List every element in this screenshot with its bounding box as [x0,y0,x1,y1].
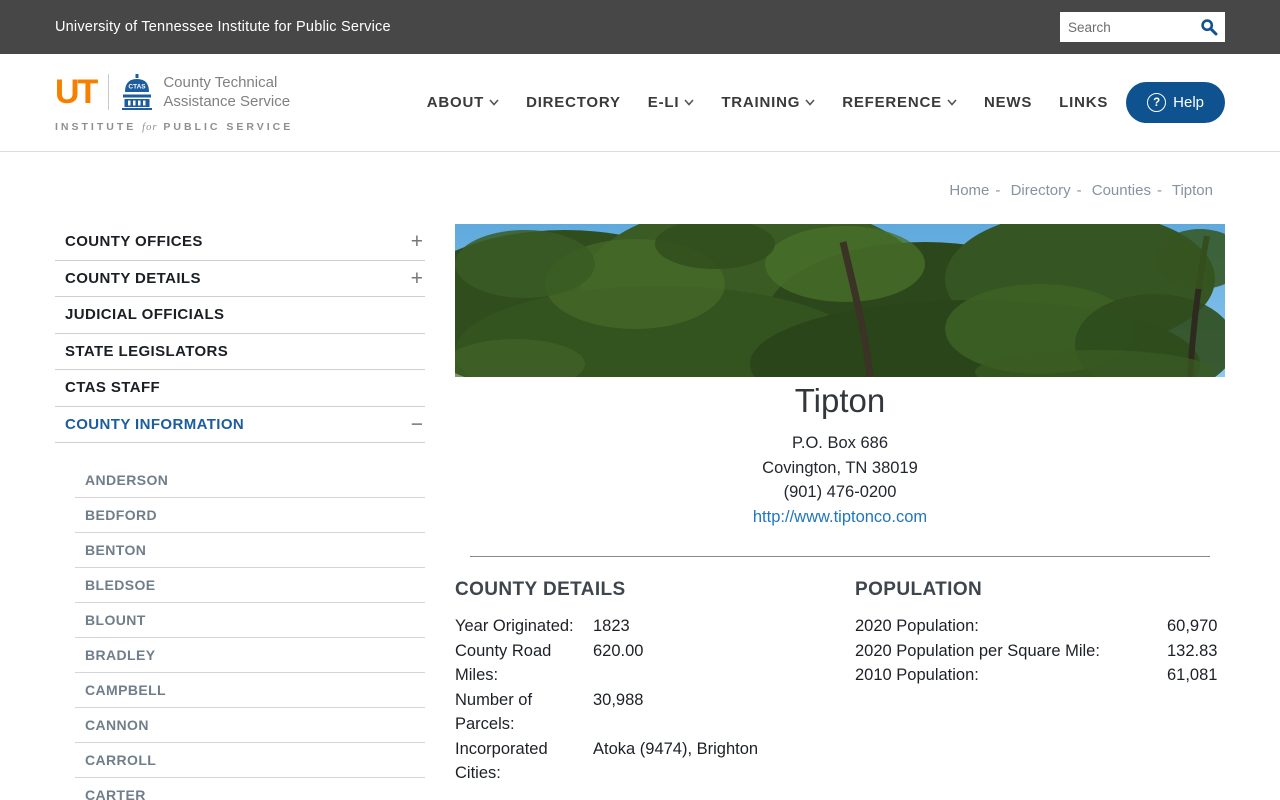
question-mark-icon: ? [1147,93,1167,112]
nav-item[interactable]: NEWS [984,94,1032,111]
nav-item[interactable]: LINKS [1059,94,1108,111]
breadcrumb-link[interactable]: Home [949,182,989,199]
site-logo[interactable]: UT CTAS County Technical Assistance Serv… [55,73,293,133]
section-divider [470,556,1210,557]
sidebar-county-link[interactable]: CARTER [75,778,425,800]
search-box [1060,12,1225,42]
county-details-section: COUNTY DETAILS Year Originated: 1823 Cou… [455,579,855,786]
details-grid: COUNTY DETAILS Year Originated: 1823 Cou… [455,579,1225,786]
sidebar-county-link[interactable]: BRADLEY [75,638,425,673]
content: COUNTY OFFICES + COUNTY DETAILS + JUDICI… [0,224,1280,800]
population-table: 2020 Population: 60,970 2020 Population … [855,614,1225,688]
sidebar-item[interactable]: CTAS STAFF [55,370,425,407]
search-button[interactable] [1193,12,1225,42]
phone-number: (901) 476-0200 [783,483,897,501]
county-details-heading: COUNTY DETAILS [455,579,626,600]
sidebar-county-link[interactable]: ANDERSON [75,463,425,498]
chevron-down-icon [805,99,815,106]
sidebar-county-link[interactable]: CAMPBELL [75,673,425,708]
ut-logo: UT [55,73,98,111]
institute-tagline: INSTITUTE for PUBLIC SERVICE [55,120,294,133]
expand-collapse-icon[interactable]: − [411,414,423,435]
sidebar: COUNTY OFFICES + COUNTY DETAILS + JUDICI… [55,224,425,800]
sidebar-county-link[interactable]: BLEDSOE [75,568,425,603]
page: University of Tennessee Institute for Pu… [0,0,1280,800]
expand-collapse-icon[interactable]: + [411,268,423,289]
population-section: POPULATION 2020 Population: 60,970 2020 … [855,579,1225,786]
search-icon [1201,19,1218,36]
chevron-down-icon [684,99,694,106]
nav-item[interactable]: DIRECTORY [526,94,621,111]
population-heading: POPULATION [855,579,983,600]
sidebar-item[interactable]: COUNTY INFORMATION − [55,407,425,443]
sidebar-item[interactable]: STATE LEGISLATORS [55,334,425,370]
sidebar-sections: COUNTY OFFICES + COUNTY DETAILS + JUDICI… [55,224,425,443]
table-row: 2010 Population: 61,081 [855,666,1218,684]
top-utility-bar: University of Tennessee Institute for Pu… [0,0,1280,54]
org-name: County Technical Assistance Service [163,73,291,111]
table-row: Incorporated Cities: Atoka (9474), Brigh… [455,739,759,783]
table-row: 2020 Population per Square Mile: 132.83 [855,641,1218,660]
county-list: ANDERSON BEDFORD BENTON BLEDSOE BLOUNT B… [75,463,425,800]
table-row: Year Originated: 1823 [455,617,630,635]
county-website-link[interactable]: http://www.tiptonco.com [753,508,927,526]
page-title: Tipton [794,382,886,419]
search-input[interactable] [1060,19,1193,35]
logo-divider [108,74,110,110]
sidebar-county-link[interactable]: BENTON [75,533,425,568]
county-photo [455,224,1225,377]
chevron-down-icon [947,99,957,106]
address-line-1: P.O. Box 686 [791,434,888,452]
main-panel: Tipton P.O. Box 686 Covington, TN 38019 … [455,224,1225,786]
county-contact: P.O. Box 686 Covington, TN 38019 (901) 4… [455,431,1225,529]
breadcrumb-link[interactable]: Directory [1011,182,1071,199]
sidebar-county-link[interactable]: CANNON [75,708,425,743]
sidebar-county-link[interactable]: BLOUNT [75,603,425,638]
breadcrumb-separator: - [995,182,1001,199]
table-row: Number of Parcels: 30,988 [455,690,644,734]
sidebar-item[interactable]: JUDICIAL OFFICIALS [55,297,425,334]
county-details-table: Year Originated: 1823 County Road Miles:… [455,614,855,786]
help-button[interactable]: ? Help [1126,82,1225,123]
breadcrumb-separator: - [1156,182,1162,199]
svg-text:CTAS: CTAS [129,84,147,91]
breadcrumb-separator: - [1076,182,1082,199]
site-header: UT CTAS County Technical Assistance Serv… [0,54,1280,152]
table-row: 2020 Population: 60,970 [855,617,1218,635]
nav-item[interactable]: E-LI [648,94,695,111]
nav-item[interactable]: ABOUT [427,94,499,111]
table-row: County Road Miles: 620.00 [455,641,644,685]
address-line-2: Covington, TN 38019 [762,458,918,477]
chevron-down-icon [489,99,499,106]
expand-collapse-icon[interactable]: + [411,231,423,252]
breadcrumb: Home - Directory - Counties - Tipton [55,182,1225,202]
sidebar-county-link[interactable]: CARROLL [75,743,425,778]
nav-item[interactable]: TRAINING [721,94,815,111]
sidebar-item[interactable]: COUNTY OFFICES + [55,224,425,261]
breadcrumb-link[interactable]: Tipton [1172,182,1213,199]
institute-home-link[interactable]: University of Tennessee Institute for Pu… [55,19,391,35]
sidebar-item[interactable]: COUNTY DETAILS + [55,261,425,297]
nav-item[interactable]: REFERENCE [842,94,957,111]
breadcrumb-link[interactable]: Counties [1092,182,1151,199]
sidebar-county-link[interactable]: BEDFORD [75,498,425,533]
main-nav: ABOUT DIRECTORY E-LI TRAINING REFERENCE … [427,94,1108,111]
ctas-capitol-icon: CTAS [122,74,153,110]
